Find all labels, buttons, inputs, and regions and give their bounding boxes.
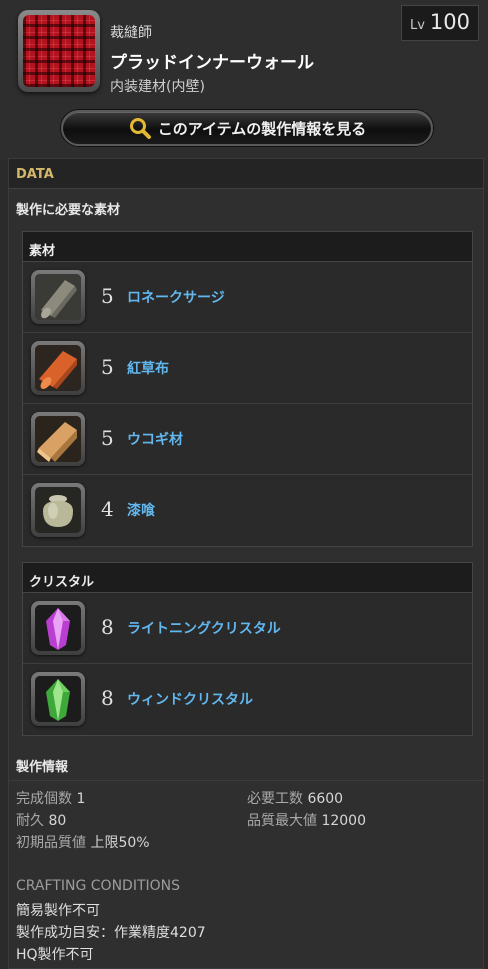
material-qty: 4 — [101, 497, 114, 521]
condition-line: 簡易製作不可 — [16, 903, 100, 919]
crystal-link[interactable]: ライトニングクリスタル — [127, 618, 281, 638]
item-category: 内装建材(内壁) — [110, 79, 205, 95]
material-qty: 5 — [101, 426, 114, 450]
crystals-box: クリスタル 8 ライトニングクリスタル 8 ウィンドクリスタル — [22, 562, 473, 736]
level-value: 100 — [429, 10, 471, 34]
level-badge: Lv 100 — [401, 5, 479, 41]
list-item: 5 紅草布 — [23, 333, 472, 404]
crystal-qty: 8 — [101, 615, 114, 639]
item-name: プラッドインナーウォール — [110, 53, 314, 73]
jar-icon — [31, 483, 85, 537]
initial-quality-info: 初期品質値 上限50% — [16, 832, 150, 852]
list-item: 5 ウコギ材 — [23, 404, 472, 475]
durability-value: 80 — [48, 813, 67, 829]
crystals-group-title: クリスタル — [23, 563, 472, 593]
max-quality-value: 12000 — [321, 813, 366, 829]
lumber-icon — [31, 412, 85, 466]
list-item: 8 ライトニングクリスタル — [23, 593, 472, 664]
yield-info: 完成個数 1 — [16, 788, 85, 808]
red-cloth-icon — [31, 341, 85, 395]
crystal-link[interactable]: ウィンドクリスタル — [127, 689, 253, 709]
material-qty: 5 — [101, 355, 114, 379]
materials-title: 製作に必要な素材 — [16, 203, 121, 218]
level-label: Lv — [409, 18, 425, 33]
initial-quality-label: 初期品質値 — [16, 835, 86, 851]
materials-box: 素材 5 ロネークサージ 5 紅草布 5 ウコギ材 4 漆喰 — [22, 231, 473, 547]
data-panel: DATA 製作に必要な素材 素材 5 ロネークサージ 5 紅草布 5 ウコギ材 … — [8, 158, 484, 969]
durability-label: 耐久 — [16, 813, 44, 829]
item-header: 裁縫師 プラッドインナーウォール 内装建材(内壁) Lv 100 このアイテムの… — [0, 0, 488, 160]
workload-label: 必要工数 — [247, 791, 303, 807]
wind-crystal-icon — [31, 672, 85, 726]
workload-info: 必要工数 6600 — [247, 788, 343, 808]
view-crafting-info-label: このアイテムの製作情報を見る — [157, 119, 367, 138]
lightning-crystal-icon — [31, 601, 85, 655]
conditions-title: CRAFTING CONDITIONS — [16, 878, 181, 894]
workload-value: 6600 — [307, 791, 344, 807]
magnifier-icon — [128, 116, 152, 140]
list-item: 5 ロネークサージ — [23, 262, 472, 333]
condition-line: 製作成功目安：作業精度4207 — [16, 925, 206, 941]
red-plaid-fabric-icon — [18, 10, 100, 92]
material-qty: 5 — [101, 284, 114, 308]
data-header: DATA — [9, 159, 483, 189]
yield-value: 1 — [76, 791, 86, 807]
job-label: 裁縫師 — [110, 25, 152, 41]
max-quality-info: 品質最大値 12000 — [247, 810, 366, 830]
max-quality-label: 品質最大値 — [247, 813, 317, 829]
materials-group-title: 素材 — [23, 232, 472, 262]
initial-quality-value: 上限50% — [90, 835, 150, 851]
yield-label: 完成個数 — [16, 791, 72, 807]
material-link[interactable]: ロネークサージ — [127, 287, 225, 307]
material-link[interactable]: ウコギ材 — [127, 429, 183, 449]
cloth-roll-icon — [31, 270, 85, 324]
list-item: 8 ウィンドクリスタル — [23, 664, 472, 735]
list-item: 4 漆喰 — [23, 475, 472, 546]
material-link[interactable]: 紅草布 — [127, 358, 169, 378]
view-crafting-info-button[interactable]: このアイテムの製作情報を見る — [61, 110, 433, 146]
craft-info-title: 製作情報 — [16, 760, 69, 775]
durability-info: 耐久 80 — [16, 810, 66, 830]
condition-line: HQ製作不可 — [16, 947, 94, 963]
crystal-qty: 8 — [101, 686, 114, 710]
material-link[interactable]: 漆喰 — [127, 500, 155, 520]
